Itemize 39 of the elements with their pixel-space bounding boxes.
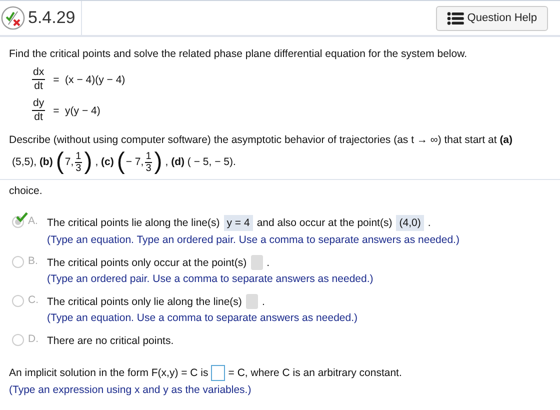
choice-text: choice. [9,185,44,197]
option-radio[interactable] [12,334,24,346]
option-text: and also occur at the point(s) [256,217,392,229]
option-letter: A. [28,215,39,227]
option-text: There are no critical points. [47,334,174,346]
answer-field[interactable] [211,365,226,381]
answer-box[interactable] [250,255,263,270]
option-text: . [262,296,265,308]
answer-box[interactable]: (4,0) [396,215,424,231]
hint-text: (Type an ordered pair. Use a comma to separate answers as needed.) [47,273,374,285]
option-radio[interactable] [12,295,24,307]
answer-box[interactable]: y = 4 [224,215,253,231]
derivative-fraction: dy dt [32,97,46,124]
option-letter: D. [28,333,40,345]
option-text: The critical points only occur at the point(s) [47,256,247,268]
hint-text: (Type an expression using x and y as the variables.) [9,384,252,396]
equation-text: = y(y − 4) [53,104,100,116]
option-text: . [266,256,270,268]
answer-box[interactable] [246,294,258,309]
option-radio[interactable] [12,256,24,268]
hint-text: (Type an equation. Type an ordered pair. Use a comma to separate answers as needed.) [47,234,460,246]
question-text: Find the critical points and solve the related phase plane differential equation for the system below. [9,48,468,60]
point-text: , (c) [95,156,114,168]
option-text: The critical points lie along the line(s) [47,217,220,229]
score-icon [1,6,25,30]
hint-text: (Type an equation. Use a comma to separate answers as needed.) [47,312,358,324]
option-text: The critical points only lie along the line(s) [47,296,242,308]
point-text: , (d) ( − 5, − 5). [165,156,236,168]
list-icon [447,12,464,24]
question-number: 5.4.29 [28,8,76,28]
option-letter: B. [28,255,39,267]
option-letter: C. [28,294,40,306]
implicit-text: = C, where C is an arbitrary constant. [228,367,402,379]
equation-text: = (x − 4)(y − 4) [53,74,126,86]
question-help-button[interactable]: Question Help [436,6,548,30]
describe-text: Describe (without using computer software) the asymptotic behavior of trajectories (as t → ∞) that start at (a) [9,134,514,146]
option-text: . [428,217,431,229]
implicit-text: An implicit solution in the form F(x,y) = C is [9,367,208,379]
point-text: (5,5), (b) [12,156,53,168]
